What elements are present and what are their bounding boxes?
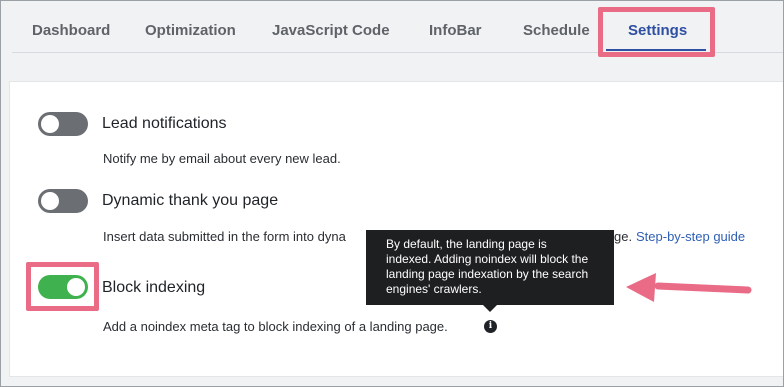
dynamic-thank-you-page-description-tail: ge.: [614, 229, 633, 244]
toggle-knob: [41, 192, 59, 210]
lead-notifications-description: Notify me by email about every new lead.: [103, 151, 341, 166]
block-indexing-description: Add a noindex meta tag to block indexing…: [103, 319, 448, 334]
step-by-step-guide-link[interactable]: Step-by-step guide: [636, 229, 745, 244]
tab-optimization[interactable]: Optimization: [145, 16, 236, 52]
active-tab-indicator: [606, 49, 706, 51]
lead-notifications-toggle[interactable]: [38, 112, 88, 136]
toggle-knob: [41, 115, 59, 133]
tooltip-arrow: [483, 305, 497, 312]
info-icon[interactable]: i: [484, 320, 497, 333]
block-indexing-title: Block indexing: [102, 279, 206, 296]
tab-settings[interactable]: Settings: [628, 16, 687, 52]
lead-notifications-title: Lead notifications: [102, 115, 227, 132]
tab-schedule[interactable]: Schedule: [523, 16, 590, 52]
dynamic-thank-you-page-description: Insert data submitted in the form into d…: [103, 229, 346, 244]
block-indexing-tooltip: By default, the landing page is indexed.…: [366, 230, 614, 305]
dynamic-thank-you-page-title: Dynamic thank you page: [102, 192, 279, 209]
toggle-knob: [67, 278, 85, 296]
block-indexing-toggle[interactable]: [38, 275, 88, 299]
tab-javascript-code[interactable]: JavaScript Code: [272, 16, 390, 52]
tab-infobar[interactable]: InfoBar: [429, 16, 482, 52]
dynamic-thank-you-page-toggle[interactable]: [38, 189, 88, 213]
tab-dashboard[interactable]: Dashboard: [32, 16, 110, 52]
tab-bar: Dashboard Optimization JavaScript Code I…: [12, 8, 784, 53]
